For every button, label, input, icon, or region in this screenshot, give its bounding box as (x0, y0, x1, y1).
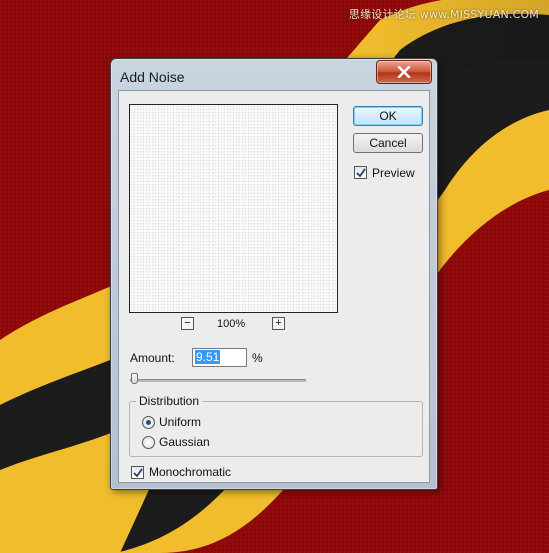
amount-input[interactable]: 9.51 (192, 348, 247, 367)
amount-slider-thumb[interactable] (130, 373, 138, 384)
watermark-text: 思缘设计论坛 www.MISSYUAN.COM (348, 8, 539, 21)
zoom-in-button[interactable]: + (272, 317, 285, 330)
amount-value: 9.51 (195, 350, 221, 364)
gaussian-label: Gaussian (159, 435, 210, 449)
zoom-out-button[interactable]: − (181, 317, 194, 330)
preview-label: Preview (372, 166, 415, 180)
add-noise-dialog: Add Noise − 100% + OK Cancel Preview Amo… (110, 58, 438, 490)
preview-checkbox[interactable] (354, 166, 367, 179)
checkmark-icon (132, 467, 143, 477)
monochromatic-label: Monochromatic (149, 465, 232, 479)
cancel-button[interactable]: Cancel (353, 133, 423, 153)
noise-preview-image[interactable] (129, 104, 338, 313)
dialog-title: Add Noise (120, 69, 185, 85)
radio-selected-dot (146, 420, 151, 425)
distribution-title: Distribution (136, 394, 203, 408)
close-icon (397, 66, 411, 78)
uniform-label: Uniform (159, 415, 202, 429)
amount-slider-track[interactable] (130, 379, 306, 382)
dialog-content: − 100% + OK Cancel Preview Amount: 9.51 … (118, 90, 430, 483)
zoom-level-label: 100% (217, 318, 246, 330)
ok-button[interactable]: OK (353, 106, 423, 126)
close-button[interactable] (376, 60, 432, 84)
amount-unit-label: % (252, 351, 263, 365)
monochromatic-checkbox[interactable] (131, 466, 144, 479)
checkmark-icon (355, 167, 366, 177)
amount-label: Amount: (130, 351, 175, 365)
gaussian-radio[interactable] (142, 436, 155, 449)
uniform-radio[interactable] (142, 416, 155, 429)
